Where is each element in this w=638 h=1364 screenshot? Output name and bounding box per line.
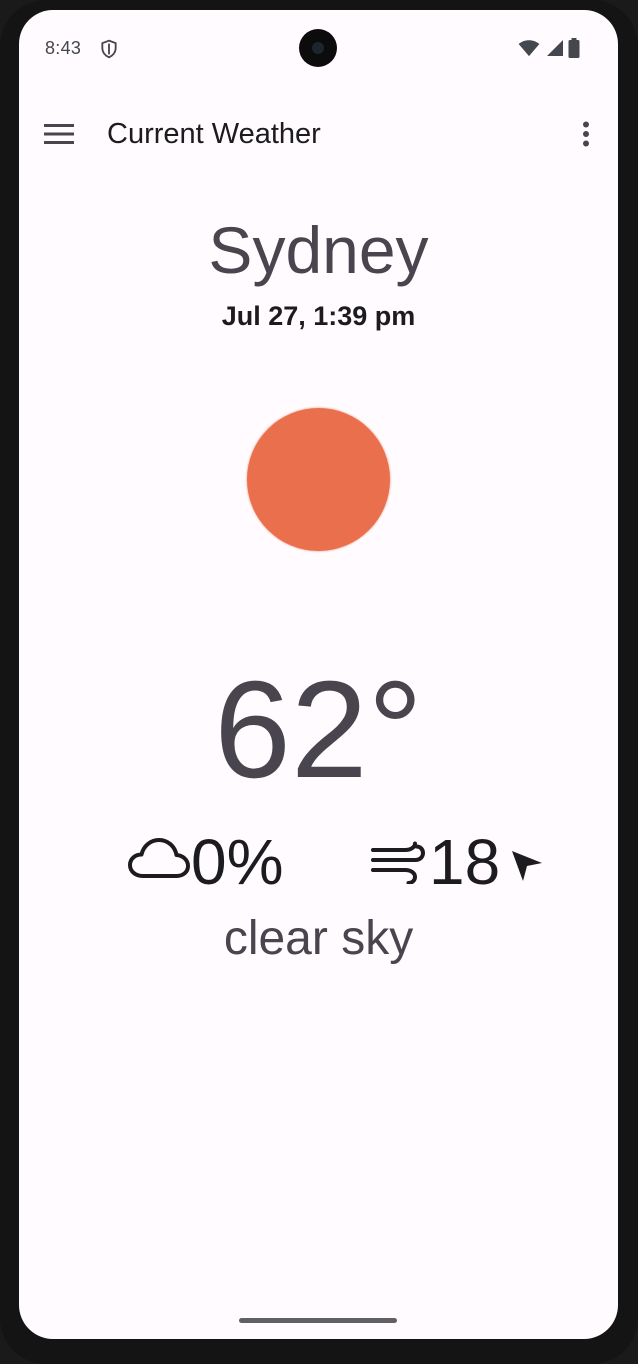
wind-speed-value: 18: [429, 826, 501, 898]
more-options-button[interactable]: [568, 116, 604, 152]
temperature: 62°: [214, 653, 423, 807]
cloud-cover-value: 0%: [191, 826, 284, 898]
status-bar: 8:43: [19, 10, 618, 86]
home-indicator[interactable]: [239, 1318, 397, 1323]
device-frame: 8:43 Current Weather Sydney Jul 27, 1:39…: [0, 0, 638, 1364]
wind-direction-icon: [512, 851, 542, 881]
battery-icon: [568, 38, 580, 58]
city-name: Sydney: [208, 213, 429, 287]
status-time: 8:43: [45, 38, 82, 58]
screen: 8:43 Current Weather Sydney Jul 27, 1:39…: [19, 10, 618, 1339]
weather-description: clear sky: [223, 912, 414, 965]
weather-stats: 0% 18: [19, 824, 618, 904]
top-app-bar: Current Weather: [19, 96, 618, 172]
menu-button[interactable]: [37, 116, 81, 152]
wifi-icon: [518, 40, 540, 57]
front-camera: [299, 29, 337, 67]
cloud-icon: [128, 838, 190, 878]
observation-datetime: Jul 27, 1:39 pm: [221, 301, 416, 331]
more-vert-icon: [583, 121, 589, 147]
app-title: Current Weather: [107, 118, 321, 150]
hamburger-menu-icon: [44, 124, 74, 144]
status-icons: [518, 38, 580, 58]
sun-icon: [247, 408, 390, 551]
shield-icon: [101, 39, 117, 59]
wind-icon: [371, 841, 425, 884]
signal-icon: [547, 40, 563, 56]
